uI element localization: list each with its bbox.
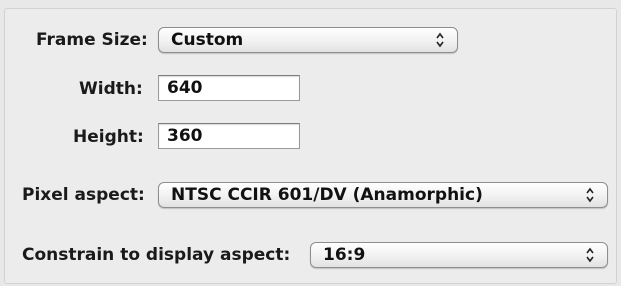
constrain-aspect-popup[interactable]: 16:9 (310, 242, 608, 268)
width-label: Width: (79, 79, 143, 99)
height-label: Height: (73, 127, 144, 147)
pixel-aspect-popup[interactable]: NTSC CCIR 601/DV (Anamorphic) (158, 182, 608, 208)
pixel-aspect-label: Pixel aspect: (22, 185, 145, 205)
popup-arrows-icon (586, 247, 594, 263)
width-field[interactable]: 640 (158, 75, 300, 101)
pixel-aspect-value: NTSC CCIR 601/DV (Anamorphic) (171, 185, 483, 205)
frame-size-label: Frame Size: (36, 30, 148, 50)
frame-size-value: Custom (171, 30, 244, 50)
popup-arrows-icon (586, 187, 594, 203)
frame-size-popup[interactable]: Custom (158, 27, 458, 53)
popup-arrows-icon (436, 32, 444, 48)
height-field[interactable]: 360 (158, 123, 300, 149)
constrain-aspect-value: 16:9 (323, 245, 366, 265)
constrain-label: Constrain to display aspect: (22, 245, 291, 265)
